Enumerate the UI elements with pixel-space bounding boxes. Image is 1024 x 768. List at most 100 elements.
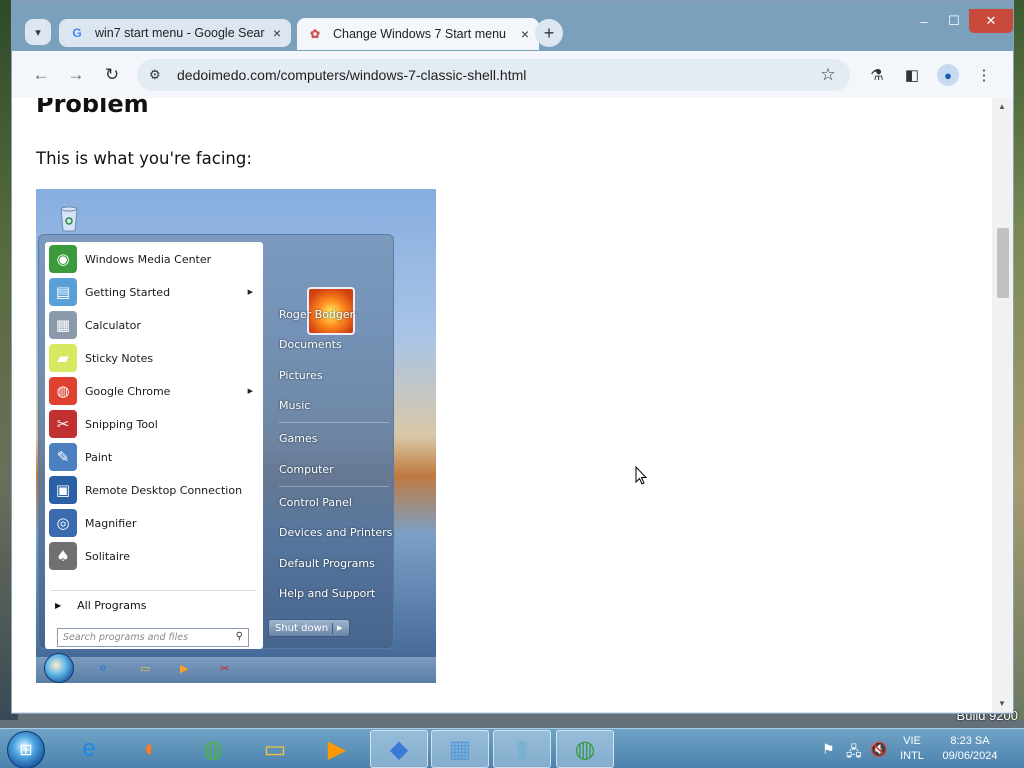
tab-close-icon[interactable]: × [273,25,281,41]
places-documents[interactable]: Documents [279,338,342,351]
media-center-icon: ◉ [49,245,77,273]
tab-strip: ▾ G win7 start menu - Google Sear × ✿ Ch… [12,1,1013,51]
places-control-panel[interactable]: Control Panel [279,496,352,509]
start-menu-program-item[interactable]: ◉ Windows Media Center [49,244,259,274]
url-text[interactable]: dedoimedo.com/computers/windows-7-classi… [177,67,816,83]
profile-button[interactable]: ● [936,64,960,86]
start-menu-program-item[interactable]: ▰ Sticky Notes [49,343,259,373]
tab-title: Change Windows 7 Start menu [333,27,507,41]
start-menu-program-item[interactable]: ♠ Solitaire [49,541,259,571]
places-games[interactable]: Games [279,432,317,445]
taskbar-app-media-player[interactable]: ▶ [308,730,366,768]
tab-search-dropdown[interactable]: ▾ [25,19,51,45]
shutdown-label: Shut down [269,622,333,634]
win7-start-orb-icon[interactable] [44,653,74,683]
explorer-icon[interactable]: ▭ [140,662,154,676]
profile-avatar-icon: ● [937,64,959,86]
labs-icon[interactable]: ⚗ [865,64,889,86]
scroll-up-icon[interactable]: ▲ [998,102,1006,111]
getting-started-icon: ▤ [49,278,77,306]
drop-icon: ◆ [389,735,409,763]
taskbar-app-drop[interactable]: ◆ [370,730,428,768]
taskbar-app-explorer[interactable]: ▭ [246,730,304,768]
start-menu-program-item[interactable]: ✂ Snipping Tool [49,409,259,439]
search-placeholder: Search programs and files [63,632,189,643]
system-clock[interactable]: 8:23 SA 09/06/2024 [934,734,1006,764]
start-menu-program-item[interactable]: ✎ Paint [49,442,259,472]
program-label: Solitaire [85,549,130,563]
paint-icon: ✎ [49,443,77,471]
places-computer[interactable]: Computer [279,463,334,476]
taskbar-app-chrome[interactable]: ◍ [556,730,614,768]
close-window-button[interactable]: ✕ [969,9,1013,33]
vertical-scrollbar[interactable]: ▲ ▼ [992,98,1013,712]
taskbar-app-control-panel[interactable]: ▦ [431,730,489,768]
program-label: Snipping Tool [85,417,158,431]
start-menu-screenshot: ◉ Windows Media Center ▤ Getting Started ▶ ▦ C… [36,189,436,683]
network-icon[interactable]: 🖧 [846,741,862,765]
shutdown-button[interactable]: Shut down ▶ [268,619,350,637]
side-panel-icon[interactable]: ◧ [900,64,924,86]
forward-button[interactable]: → [65,64,87,86]
taskbar-app-firefox[interactable]: ◐ [122,730,180,768]
new-tab-button[interactable]: + [535,19,563,47]
program-label: Sticky Notes [85,351,154,365]
action-center-flag-icon[interactable]: ⚑ [822,741,835,758]
taskbar-app-device[interactable]: ▮ [493,730,551,768]
chrome-old-icon: ◍ [202,735,224,763]
chrome-icon: ◍ [574,735,596,763]
language-code: VIE [903,735,921,747]
windows-logo-icon: ⊞ [19,742,33,759]
tab-change-windows-7[interactable]: ✿ Change Windows 7 Start menu × [297,18,539,50]
places-music[interactable]: Music [279,399,310,412]
places-devices-printers[interactable]: Devices and Printers [279,526,392,539]
taskbar-app-chrome-old[interactable]: ◍ [184,730,242,768]
tab-title: win7 start menu - Google Sear [95,26,265,40]
triangle-right-icon: ▶ [55,600,62,610]
page-paragraph: This is what you're facing: [36,149,252,168]
volume-muted-icon[interactable]: 🔇 [870,741,887,758]
browser-toolbar: ← → ↻ ⚙ dedoimedo.com/computers/windows-… [12,51,1013,98]
media-player-icon: ▶ [327,735,347,763]
start-menu-program-item[interactable]: ◎ Magnifier [49,508,259,538]
start-menu-program-item[interactable]: ▦ Calculator [49,310,259,340]
places-user[interactable]: Roger Bodger [279,308,354,321]
input-language-indicator[interactable]: VIE INTL [894,734,930,764]
start-menu-program-item[interactable]: ▤ Getting Started ▶ [49,277,259,307]
program-label: Magnifier [85,516,137,530]
scrollbar-thumb[interactable] [997,228,1009,298]
places-help-support[interactable]: Help and Support [279,587,375,600]
start-menu-programs-pane: ◉ Windows Media Center ▤ Getting Started ▶ ▦ C… [45,242,263,649]
browser-menu-icon[interactable]: ⋮ [972,64,996,86]
start-menu-program-item[interactable]: ▣ Remote Desktop Connection [49,475,259,505]
divider [279,422,389,423]
solitaire-icon: ♠ [49,542,77,570]
submenu-arrow-icon: ▶ [247,387,253,395]
start-menu-program-item[interactable]: ◍ Google Chrome ▶ [49,376,259,406]
all-programs-item[interactable]: ▶ All Programs [55,594,255,616]
media-player-icon[interactable]: ▶ [180,662,194,676]
ie-icon[interactable]: e [100,662,114,676]
tab-close-icon[interactable]: × [521,26,529,42]
tab-google-search[interactable]: G win7 start menu - Google Sear × [59,19,291,47]
divider [51,590,257,591]
start-button[interactable]: ⊞ [7,731,45,768]
minimize-button[interactable]: – [909,9,939,33]
program-label: Google Chrome [85,384,171,398]
site-info-icon[interactable]: ⚙ [149,67,169,83]
snipping-tool-taskbar-icon[interactable]: ✂ [220,662,234,676]
program-label: Remote Desktop Connection [85,483,243,497]
back-button[interactable]: ← [30,64,52,86]
bookmark-star-icon[interactable]: ☆ [816,65,840,85]
scroll-down-icon[interactable]: ▼ [998,699,1006,708]
shutdown-options-arrow-icon[interactable]: ▶ [333,624,342,632]
taskbar-app-ie[interactable]: e [60,730,118,768]
reload-button[interactable]: ↻ [101,64,123,86]
places-pictures[interactable]: Pictures [279,369,323,382]
windows-taskbar: ⊞ e ◐ ◍ ▭ ▶ ◆ ▦ ▮ ◍ ⚑ 🖧 🔇 VIE INTL 8:23 SA 09/06… [0,728,1024,768]
remote-desktop-icon: ▣ [49,476,77,504]
places-default-programs[interactable]: Default Programs [279,557,375,570]
address-bar[interactable]: ⚙ dedoimedo.com/computers/windows-7-clas… [137,59,850,91]
start-search-input[interactable]: Search programs and files ⚲ [57,628,249,647]
maximize-button[interactable]: ☐ [939,9,969,33]
